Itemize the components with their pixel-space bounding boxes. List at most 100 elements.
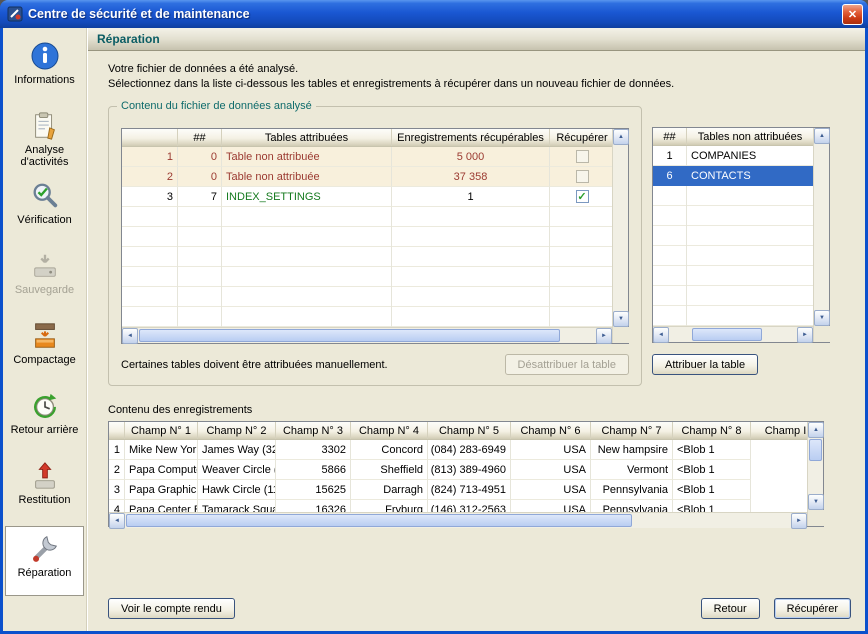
sidebar-item-label: Informations bbox=[14, 74, 75, 86]
scrollbar-track[interactable] bbox=[613, 145, 628, 311]
field-3: 3302 bbox=[276, 440, 351, 460]
scroll-right-button[interactable]: ► bbox=[791, 513, 807, 529]
table-row[interactable]: 1 COMPANIES bbox=[653, 146, 813, 166]
analyzed-file-groupbox: Contenu du fichier de données analysé ##… bbox=[108, 106, 642, 386]
sidebar-item-informations[interactable]: Informations bbox=[3, 36, 86, 106]
field-1: Papa Graphic Cr bbox=[125, 480, 198, 500]
records-list: Champ N° 1 Champ N° 2 Champ N° 3 Champ N… bbox=[108, 421, 824, 527]
back-button[interactable]: Retour bbox=[701, 598, 760, 619]
arrow-up-icon: ▲ bbox=[618, 134, 624, 140]
table-row-selected[interactable]: 6 CONTACTS bbox=[653, 166, 813, 186]
field-7: Pennsylvania bbox=[591, 480, 673, 500]
column-header-champ-6[interactable]: Champ N° 6 bbox=[511, 422, 591, 439]
scroll-left-button[interactable]: ◄ bbox=[122, 328, 138, 344]
scrollbar-thumb[interactable] bbox=[126, 514, 632, 527]
scroll-down-button[interactable]: ▼ bbox=[814, 310, 830, 326]
page-title: Réparation bbox=[97, 32, 160, 46]
vertical-scrollbar[interactable]: ▲ ▼ bbox=[613, 129, 628, 327]
scrollbar-track[interactable] bbox=[138, 328, 596, 343]
scroll-up-button[interactable]: ▲ bbox=[613, 129, 629, 145]
arrow-left-icon: ◄ bbox=[658, 332, 664, 338]
column-header-enregistrements[interactable]: Enregistrements récupérables bbox=[392, 129, 550, 146]
recover-checkbox[interactable]: ✓ bbox=[576, 190, 589, 203]
sidebar-item-restitution[interactable]: Restitution bbox=[3, 456, 86, 526]
sidebar-item-label: Analyse d'activités bbox=[3, 144, 86, 168]
title-bar[interactable]: Centre de sécurité et de maintenance ✕ bbox=[0, 0, 868, 28]
scroll-left-button[interactable]: ◄ bbox=[109, 513, 125, 529]
scrollbar-thumb[interactable] bbox=[692, 328, 762, 341]
field-6: USA bbox=[511, 460, 591, 480]
column-header-champ-2[interactable]: Champ N° 2 bbox=[198, 422, 276, 439]
vertical-scrollbar[interactable]: ▲ ▼ bbox=[808, 422, 823, 510]
table-id: 0 bbox=[178, 167, 222, 187]
recover-checkbox[interactable] bbox=[576, 150, 589, 163]
column-header-blank[interactable] bbox=[122, 129, 178, 146]
field-4: Darragh bbox=[351, 480, 428, 500]
record-row[interactable]: 1 Mike New York S James Way (32 3302 Con… bbox=[109, 440, 807, 460]
close-button[interactable]: ✕ bbox=[842, 4, 863, 25]
horizontal-scrollbar[interactable]: ◄ ► bbox=[122, 327, 612, 343]
scrollbar-corner bbox=[814, 326, 830, 342]
table-name: CONTACTS bbox=[687, 166, 813, 186]
sidebar-item-label: Retour arrière bbox=[11, 424, 79, 436]
record-row[interactable]: 3 Papa Graphic Cr Hawk Circle (11: 15625… bbox=[109, 480, 807, 500]
table-row[interactable]: 3 7 INDEX_SETTINGS 1 ✓ bbox=[122, 187, 612, 207]
vertical-scrollbar[interactable]: ▲ ▼ bbox=[814, 128, 829, 326]
scroll-up-button[interactable]: ▲ bbox=[808, 422, 824, 438]
column-header-champ-4[interactable]: Champ N° 4 bbox=[351, 422, 428, 439]
recover-checkbox[interactable] bbox=[576, 170, 589, 183]
scroll-right-button[interactable]: ► bbox=[596, 328, 612, 344]
recover-button[interactable]: Récupérer bbox=[774, 598, 851, 619]
row-number: 2 bbox=[122, 167, 178, 187]
record-row[interactable]: 4 Papa Center Bu Tamarack Squar 16326 Fr… bbox=[109, 500, 807, 512]
scrollbar-corner bbox=[613, 327, 629, 343]
scrollbar-track[interactable] bbox=[669, 327, 797, 342]
column-header-tables-attribuees[interactable]: Tables attribuées bbox=[222, 129, 392, 146]
view-report-button[interactable]: Voir le compte rendu bbox=[108, 598, 235, 619]
arrow-right-icon: ► bbox=[802, 332, 808, 338]
scrollbar-thumb[interactable] bbox=[809, 439, 822, 461]
column-header-recuperer[interactable]: Récupérer bbox=[550, 129, 614, 146]
table-row[interactable]: 1 0 Table non attribuée 5 000 bbox=[122, 147, 612, 167]
scrollbar-thumb[interactable] bbox=[139, 329, 560, 342]
sidebar-item-verification[interactable]: Vérification bbox=[3, 176, 86, 246]
scrollbar-track[interactable] bbox=[125, 513, 791, 528]
sidebar-item-compactage[interactable]: Compactage bbox=[3, 316, 86, 386]
column-header-blank[interactable] bbox=[109, 422, 125, 439]
sidebar-item-retour-arriere[interactable]: Retour arrière bbox=[3, 386, 86, 456]
column-header-id[interactable]: ## bbox=[653, 128, 687, 145]
column-header-champ-8[interactable]: Champ N° 8 bbox=[673, 422, 751, 439]
empty-rows-area bbox=[653, 186, 813, 326]
arrow-up-icon: ▲ bbox=[819, 133, 825, 139]
scrollbar-track[interactable] bbox=[814, 144, 829, 310]
scroll-down-button[interactable]: ▼ bbox=[808, 494, 824, 510]
scroll-right-button[interactable]: ► bbox=[797, 327, 813, 343]
column-header-tables-non-attribuees[interactable]: Tables non attribuées bbox=[687, 128, 813, 145]
horizontal-scrollbar[interactable]: ◄ ► bbox=[109, 512, 807, 528]
column-header-champ-5[interactable]: Champ N° 5 bbox=[428, 422, 511, 439]
attributed-tables-header: ## Tables attribuées Enregistrements réc… bbox=[122, 129, 612, 147]
column-header-id[interactable]: ## bbox=[178, 129, 222, 146]
backup-icon bbox=[30, 251, 60, 281]
column-header-champ-7[interactable]: Champ N° 7 bbox=[591, 422, 673, 439]
column-header-champ-3[interactable]: Champ N° 3 bbox=[276, 422, 351, 439]
table-row[interactable]: 2 0 Table non attribuée 37 358 bbox=[122, 167, 612, 187]
scroll-down-button[interactable]: ▼ bbox=[613, 311, 629, 327]
field-2: Weaver Circle ( bbox=[198, 460, 276, 480]
sidebar-item-reparation[interactable]: Réparation bbox=[5, 526, 84, 596]
sidebar-item-analyse-activites[interactable]: Analyse d'activités bbox=[3, 106, 86, 176]
assign-table-button[interactable]: Attribuer la table bbox=[652, 354, 758, 375]
check-icon: ✓ bbox=[577, 190, 586, 203]
sidebar-item-sauvegarde[interactable]: Sauvegarde bbox=[3, 246, 86, 316]
record-row[interactable]: 2 Papa Computer Weaver Circle ( 5866 She… bbox=[109, 460, 807, 480]
record-number: 1 bbox=[109, 440, 125, 460]
horizontal-scrollbar[interactable]: ◄ ► bbox=[653, 326, 813, 342]
field-8: <Blob 1 bbox=[673, 480, 751, 500]
field-1: Papa Center Bu bbox=[125, 500, 198, 512]
scrollbar-track[interactable] bbox=[808, 438, 823, 494]
scroll-up-button[interactable]: ▲ bbox=[814, 128, 830, 144]
unassign-table-button[interactable]: Désattribuer la table bbox=[505, 354, 629, 375]
column-header-champ-1[interactable]: Champ N° 1 bbox=[125, 422, 198, 439]
scroll-left-button[interactable]: ◄ bbox=[653, 327, 669, 343]
arrow-right-icon: ► bbox=[601, 333, 607, 339]
